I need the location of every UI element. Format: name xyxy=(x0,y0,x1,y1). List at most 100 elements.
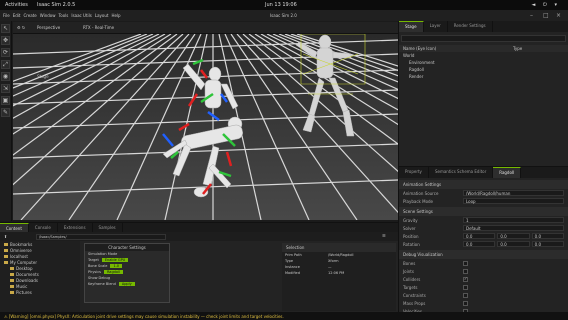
detail-title: Selection xyxy=(282,243,396,252)
folder-icon xyxy=(10,272,14,276)
popup-line: Keyframe Blend Apply xyxy=(85,281,169,287)
folder-icon xyxy=(4,254,8,258)
tab-console[interactable]: Console xyxy=(29,223,58,232)
menu-isaac-utils[interactable]: Isaac Utils xyxy=(71,13,91,18)
app-name: Isaac Sim 2.0.5 xyxy=(37,2,76,8)
tree-item[interactable]: Ragdoll xyxy=(399,66,568,73)
property-value-field[interactable]: /World/Ragdoll/human xyxy=(463,190,564,196)
checkbox-row: Mass Props xyxy=(399,299,568,307)
tree-item[interactable]: Environment xyxy=(399,59,568,66)
menu-help[interactable]: Help xyxy=(111,13,120,18)
import-icon[interactable]: ⬆ xyxy=(4,234,7,239)
popup-label: Show Debug xyxy=(88,276,111,280)
checkbox[interactable] xyxy=(463,284,468,290)
folder-item[interactable]: Pictures xyxy=(0,289,80,295)
property-label: Rotation xyxy=(403,241,420,247)
tab-stage[interactable]: Stage xyxy=(399,21,424,32)
vector-component-field[interactable]: 0.0 xyxy=(497,241,530,247)
render-mode-selector[interactable]: RTX - Real-Time xyxy=(83,25,114,30)
tab-content[interactable]: Content xyxy=(0,223,29,232)
transform-icon[interactable]: ⇲ xyxy=(1,84,10,93)
checkbox-row: Targets xyxy=(399,283,568,291)
activities-button[interactable]: Activities xyxy=(5,2,28,8)
system-tray[interactable]: ◄ ⏻ ▾ xyxy=(532,2,561,8)
popup-label: Keyframe Blend xyxy=(88,282,116,286)
property-row: Gravity 1 xyxy=(399,216,568,224)
property-value-field[interactable]: Loop xyxy=(463,198,564,204)
menu-list: File Edit Create Window Tools Isaac Utils Layo… xyxy=(3,13,121,18)
property-value-field[interactable]: Default xyxy=(463,225,564,231)
stage-column-header: Name (Eye Icon) Type xyxy=(399,45,568,52)
popup-lines: Simulation Mode Target Enable GPU Bone Scal… xyxy=(85,251,169,287)
property-value-field[interactable]: 1 xyxy=(463,217,564,223)
close-icon[interactable]: × xyxy=(556,12,561,19)
detail-value: Xform xyxy=(328,259,339,263)
checkbox-label: Joints xyxy=(403,268,414,274)
status-bar: ⚠ [Warning] [omni.physx] PhysX: Articula… xyxy=(0,312,568,320)
tab-layer[interactable]: Layer xyxy=(424,21,448,32)
viewport-hud: Stage xyxy=(37,74,49,79)
tree-item[interactable]: World xyxy=(399,52,568,59)
tree-item[interactable]: Render xyxy=(399,73,568,80)
checkbox[interactable] xyxy=(463,260,468,266)
minimize-icon[interactable]: – xyxy=(530,12,533,19)
popup-label: Physics xyxy=(88,270,101,274)
scene-section-header[interactable]: Scene Settings xyxy=(399,207,568,216)
column-name[interactable]: Name (Eye Icon) xyxy=(403,46,513,51)
checkbox[interactable] xyxy=(463,300,468,306)
animation-section-header[interactable]: Animation Settings xyxy=(399,180,568,189)
column-type[interactable]: Type xyxy=(513,46,522,51)
folder-label: Downloads xyxy=(16,277,38,283)
viewport-settings-icon[interactable]: ⚙ ↻ xyxy=(17,25,25,30)
popup-value-button[interactable]: Apply xyxy=(118,282,135,286)
checkbox[interactable] xyxy=(463,292,468,298)
system-top-bar: Activities Isaac Sim 2.0.5 Jun 13 19:06 … xyxy=(0,0,568,10)
tab-property[interactable]: Property xyxy=(399,167,429,178)
checkbox[interactable] xyxy=(463,268,468,274)
detail-value: /World/Ragdoll xyxy=(328,253,354,257)
vector-component-field[interactable]: 0.0 xyxy=(531,241,564,247)
scale-icon[interactable]: ⤢ xyxy=(1,60,10,69)
snap-icon[interactable]: ◉ xyxy=(1,72,10,81)
frame-icon[interactable]: ▣ xyxy=(1,96,10,105)
popup-value-button[interactable]: Ragdoll xyxy=(103,270,123,274)
vector-component-field[interactable]: 0.0 xyxy=(497,233,530,239)
3d-viewport[interactable]: Stage xyxy=(13,34,398,220)
folder-label: localhost xyxy=(10,253,28,259)
menu-layout[interactable]: Layout xyxy=(95,13,109,18)
camera-selector[interactable]: Perspective xyxy=(37,25,60,30)
checkbox[interactable] xyxy=(463,276,468,282)
rotate-icon[interactable]: ⟳ xyxy=(1,48,10,57)
tab-semantics-schema-editor[interactable]: Semantics Schema Editor xyxy=(429,167,494,178)
paint-icon[interactable]: ✎ xyxy=(1,108,10,117)
menu-tools[interactable]: Tools xyxy=(59,13,69,18)
tab-samples[interactable]: Samples xyxy=(93,223,123,232)
tab-render-settings[interactable]: Render Settings xyxy=(448,21,493,32)
popup-value-button[interactable]: Enable GPU xyxy=(101,258,129,262)
menu-window[interactable]: Window xyxy=(40,13,56,18)
vector-component-field[interactable]: 0.0 xyxy=(463,233,496,239)
property-label: Playback Mode xyxy=(403,198,434,204)
menu-bar: File Edit Create Window Tools Isaac Utils Layo… xyxy=(0,10,568,21)
menu-create[interactable]: Create xyxy=(23,13,36,18)
status-warning[interactable]: ⚠ [Warning] [omni.physx] PhysX: Articula… xyxy=(4,314,284,319)
popup-value-button[interactable]: 1.0 xyxy=(110,264,123,268)
menu-edit[interactable]: Edit xyxy=(13,13,21,18)
maximize-icon[interactable]: □ xyxy=(543,12,549,19)
tab-ragdoll[interactable]: Ragdoll xyxy=(493,167,522,178)
path-field[interactable]: /Isaac/Samples/ xyxy=(36,234,166,240)
popup-label: Simulation Mode xyxy=(88,252,118,256)
detail-row: Modified 12:06 PM xyxy=(282,270,396,276)
tab-extensions[interactable]: Extensions xyxy=(58,223,93,232)
move-icon[interactable]: ✥ xyxy=(1,36,10,45)
menu-file[interactable]: File xyxy=(3,13,10,18)
vector-component-field[interactable]: 0.0 xyxy=(463,241,496,247)
select-icon[interactable]: ↖ xyxy=(1,24,10,33)
vector-component-field[interactable]: 0.0 xyxy=(531,233,564,239)
clock[interactable]: Jun 13 19:06 xyxy=(265,2,297,8)
stage-search-input[interactable] xyxy=(401,35,566,42)
debug-section-header[interactable]: Debug Visualization xyxy=(399,250,568,259)
folder-label: Documents xyxy=(16,271,39,277)
folder-label: My Computer xyxy=(10,259,37,265)
options-icon[interactable]: ☰ xyxy=(382,233,386,238)
